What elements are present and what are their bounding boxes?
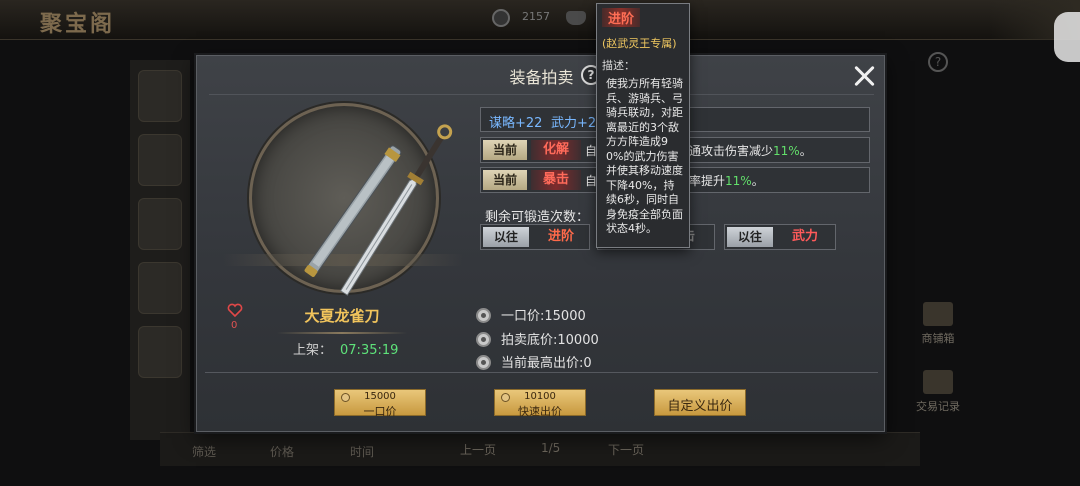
shop-box-button[interactable]: 商铺箱 [910, 302, 966, 346]
past-skill-chip: 以往 进阶 [480, 224, 590, 250]
custom-bid-button[interactable]: 自定义出价 [654, 389, 746, 416]
sort-time-button[interactable]: 时间 [350, 443, 374, 460]
listed-time: 上架： 07:35:19 [293, 343, 399, 358]
page-title: 聚宝阁 [40, 11, 116, 37]
heart-icon[interactable] [227, 302, 243, 318]
auction-dialog: 装备拍卖 ? 0 大夏龙雀刀 上架：07:35:19 谋略+22 武力+20 [196, 55, 885, 432]
side-tab-1[interactable] [138, 70, 182, 122]
ingot-icon [566, 11, 586, 25]
side-tab-4[interactable] [138, 262, 182, 314]
buyout-price: 一口价:15000 [476, 305, 586, 324]
coin-icon [476, 332, 491, 347]
sword-icon [304, 124, 453, 296]
past-skill-name[interactable]: 进阶 [533, 227, 589, 247]
divider [277, 332, 407, 334]
tooltip-exclusive: (赵武灵王专属) [602, 37, 677, 50]
floating-assist-button[interactable] [1054, 12, 1080, 62]
side-tab-5[interactable] [138, 326, 182, 378]
skill-tooltip: 进阶 (赵武灵王专属) 描述： 使我方所有轻骑兵、游骑兵、弓骑兵联动，对距离最近… [596, 3, 690, 248]
skill-name[interactable]: 暴击 [531, 170, 581, 190]
coin-icon [476, 308, 491, 323]
background-help-icon[interactable]: ? [928, 52, 948, 72]
reserve-price: 拍卖底价:10000 [476, 329, 599, 348]
page-indicator: 1/5 [541, 441, 561, 455]
intel-stat: 谋略+22 [489, 116, 543, 131]
tooltip-desc-label: 描述： [602, 59, 635, 72]
filter-button[interactable]: 筛选 [192, 443, 216, 460]
dialog-title: 装备拍卖 [509, 68, 574, 87]
past-tag: 以往 [483, 227, 529, 247]
forge-count-label: 剩余可锻造次数： [485, 210, 590, 225]
tooltip-skill-name: 进阶 [602, 8, 641, 27]
tooltip-description: 使我方所有轻骑兵、游骑兵、弓骑兵联动，对距离最近的3个敌方方阵造成90%的武力伤… [606, 77, 683, 235]
past-tag: 以往 [727, 227, 773, 247]
divider [209, 94, 874, 95]
side-tab-3[interactable] [138, 198, 182, 250]
buyout-button[interactable]: 15000 一口价 [334, 389, 426, 418]
trade-record-button[interactable]: 交易记录 [910, 370, 966, 414]
highest-bid: 当前最高出价:0 [476, 352, 592, 371]
record-icon [923, 370, 953, 394]
side-tab-2[interactable] [138, 134, 182, 186]
divider [205, 372, 878, 373]
chest-icon [923, 302, 953, 326]
coin-icon [492, 9, 510, 27]
item-name: 大夏龙雀刀 [304, 307, 380, 325]
coin-icon [476, 355, 491, 370]
skill-name[interactable]: 化解 [531, 140, 581, 160]
current-tag: 当前 [483, 170, 527, 190]
quick-bid-button[interactable]: 10100 快速出价 [494, 389, 586, 418]
sort-price-button[interactable]: 价格 [270, 443, 294, 460]
past-skill-chip: 以往 武力 [724, 224, 836, 250]
current-tag: 当前 [483, 140, 527, 160]
like-count: 0 [231, 320, 238, 331]
past-skill-name[interactable]: 武力 [777, 227, 833, 247]
prev-page-button[interactable]: 上一页 [460, 441, 496, 458]
close-button[interactable] [850, 62, 878, 90]
currency-value: 2157 [522, 10, 550, 23]
next-page-button[interactable]: 下一页 [608, 441, 644, 458]
